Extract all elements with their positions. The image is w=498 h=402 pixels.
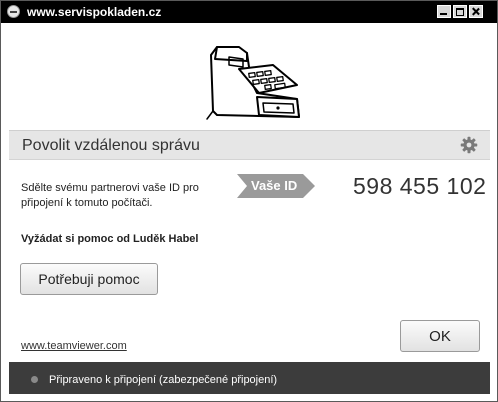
close-icon[interactable] [469, 5, 483, 18]
cash-register-icon [206, 46, 300, 120]
maximize-icon[interactable] [453, 5, 467, 18]
status-bar: Připraveno k připojení (zabezpečené přip… [9, 362, 490, 394]
need-help-button[interactable]: Potřebuji pomoc [20, 263, 158, 295]
ok-button[interactable]: OK [400, 320, 480, 352]
id-tag-label: Vaše ID [251, 178, 298, 193]
connection-status-indicator [31, 376, 38, 383]
section-title: Povolit vzdálenou správu [22, 137, 200, 154]
partner-id-value: 598 455 102 [353, 173, 487, 199]
teamviewer-website-link[interactable]: www.teamviewer.com [21, 339, 127, 353]
id-description: Sdělte svému partnerovi vaše ID pro přip… [21, 182, 199, 209]
teamviewer-quicksupport-window: www.servispokladen.cz Povolit vzdálenou … [0, 0, 498, 402]
teamviewer-logo-icon [7, 5, 20, 18]
allow-remote-control-header: Povolit vzdálenou správu [9, 130, 490, 160]
window-title: www.servispokladen.cz [27, 5, 162, 19]
connection-status-text: Připraveno k připojení (zabezpečené přip… [49, 374, 278, 386]
minimize-icon[interactable] [437, 5, 451, 18]
title-bar[interactable]: www.servispokladen.cz [1, 1, 497, 23]
gear-icon[interactable] [460, 136, 478, 154]
request-help-title: Vyžádat si pomoc od Luděk Habel [21, 233, 199, 245]
